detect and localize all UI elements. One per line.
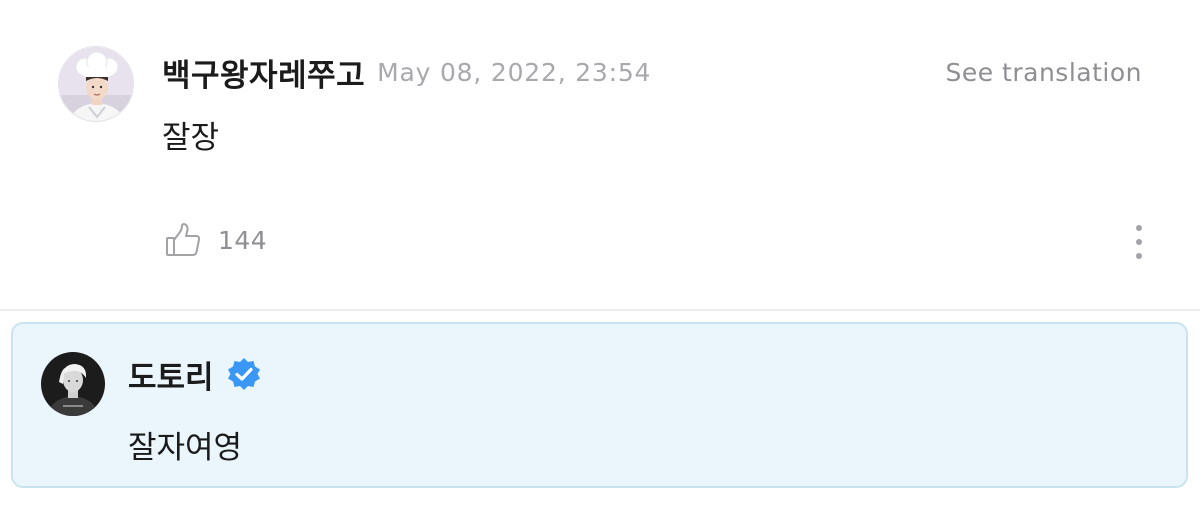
more-options-button[interactable]	[1122, 222, 1156, 262]
see-translation-button[interactable]: See translation	[945, 58, 1142, 87]
replier-avatar[interactable]	[41, 352, 105, 416]
replier-username[interactable]: 도토리	[128, 352, 214, 397]
comment-thread: 백구왕자레쭈고 May 08, 2022, 23:54 See translat…	[0, 0, 1200, 529]
verified-badge-icon	[227, 358, 260, 390]
comment-text: 잘장	[162, 120, 220, 156]
more-vertical-icon	[1136, 225, 1142, 259]
commenter-username[interactable]: 백구왕자레쭈고	[162, 50, 365, 95]
avatar-image	[59, 47, 133, 121]
like-button[interactable]: 144	[164, 218, 267, 262]
avatar-image	[41, 352, 105, 416]
reply-header: 도토리	[128, 352, 262, 396]
like-count: 144	[218, 225, 268, 255]
divider	[0, 309, 1200, 311]
comment-timestamp: May 08, 2022, 23:54	[377, 57, 652, 87]
commenter-avatar[interactable]	[58, 46, 134, 122]
comment-header: 백구왕자레쭈고 May 08, 2022, 23:54 See translat…	[162, 50, 1142, 94]
thumbs-up-icon	[166, 223, 201, 256]
artist-reply: 도토리 잘자여영	[11, 322, 1188, 488]
reply-text: 잘자여영	[128, 430, 243, 466]
comment: 백구왕자레쭈고 May 08, 2022, 23:54 See translat…	[0, 0, 1200, 305]
